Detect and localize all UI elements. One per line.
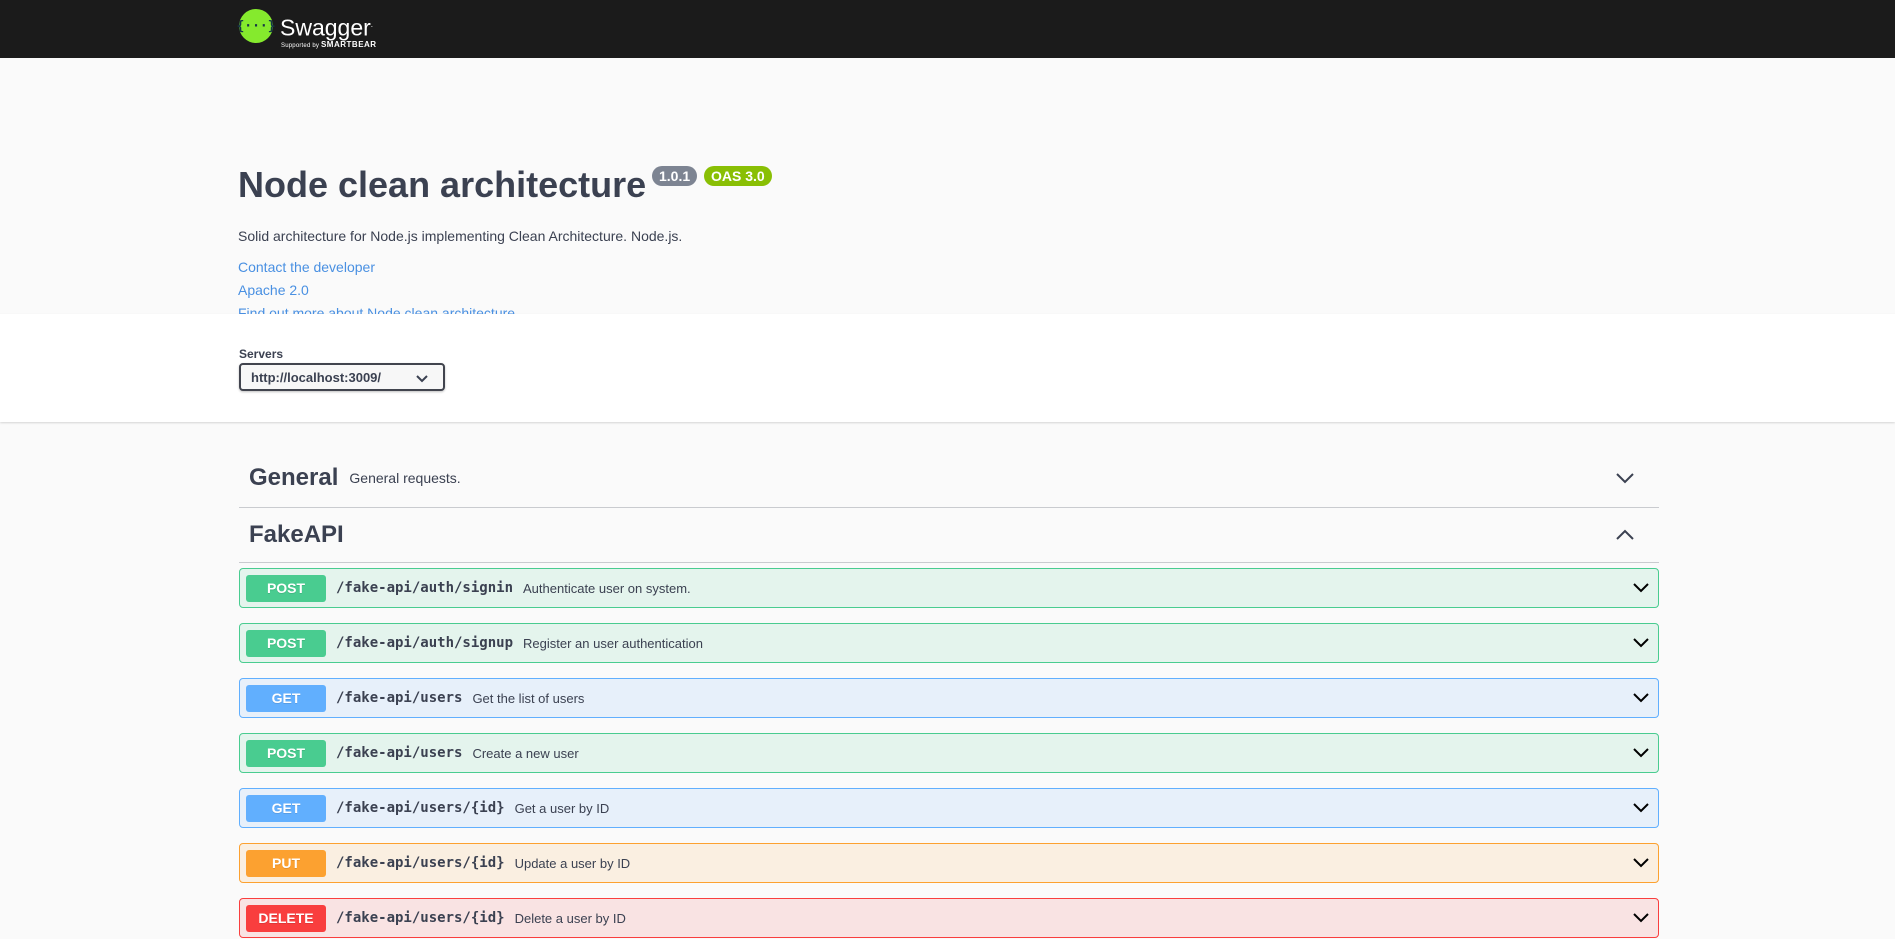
version-badge: 1.0.1 — [652, 166, 698, 186]
smartbear-label: SMARTBEAR — [320, 39, 377, 49]
operation-summary: Create a new user — [472, 745, 579, 761]
supported-by-label: Supported by — [281, 42, 320, 49]
license-link[interactable]: Apache 2.0 — [238, 282, 309, 298]
method-badge: DELETE — [246, 904, 326, 932]
operation-summary: Get the list of users — [472, 690, 585, 706]
logo-text: Swagger. Supported by SMARTBEAR — [280, 13, 376, 48]
swagger-logo[interactable]: {···} Swagger. Supported by SMARTBEAR — [236, 9, 376, 49]
method-badge: PUT — [246, 849, 326, 877]
chevron-down-icon[interactable] — [1632, 636, 1650, 650]
operation-path: /fake-api/users/{id} — [336, 910, 505, 926]
tag-general-description: General requests. — [349, 470, 461, 486]
operation-get-user-by-id[interactable]: GET /fake-api/users/{id} Get a user by I… — [239, 788, 1659, 828]
operation-summary: Get a user by ID — [514, 800, 610, 816]
top-bar: {···} Swagger. Supported by SMARTBEAR — [0, 0, 1895, 58]
swagger-logo-icon: {···} — [236, 9, 276, 43]
operation-path: /fake-api/users — [336, 745, 463, 761]
tag-general[interactable]: General General requests. — [239, 449, 1659, 508]
operation-path: /fake-api/users/{id} — [336, 855, 505, 871]
oas-badge: OAS 3.0 — [704, 166, 772, 186]
operation-summary: Delete a user by ID — [514, 910, 626, 926]
operation-path: /fake-api/users — [336, 690, 463, 706]
chevron-down-icon — [416, 375, 428, 383]
servers-label: Servers — [239, 347, 284, 361]
brand-tm: . — [370, 19, 374, 29]
chevron-down-icon[interactable] — [1632, 581, 1650, 595]
operation-delete-user-by-id[interactable]: DELETE /fake-api/users/{id} Delete a use… — [239, 898, 1659, 938]
operation-post-users[interactable]: POST /fake-api/users Create a new user — [239, 733, 1659, 773]
operation-post-signin[interactable]: POST /fake-api/auth/signin Authenticate … — [239, 568, 1659, 608]
servers-section: Servers http://localhost:3009/ — [0, 314, 1895, 422]
servers-selected-value: http://localhost:3009/ — [251, 369, 382, 385]
tag-fakeapi-name: FakeAPI — [249, 521, 344, 548]
api-description: Solid architecture for Node.js implement… — [238, 228, 683, 244]
chevron-down-icon[interactable] — [1632, 746, 1650, 760]
operation-summary: Authenticate user on system. — [523, 580, 691, 596]
page-title: Node clean architecture — [238, 164, 647, 205]
contact-developer-link[interactable]: Contact the developer — [238, 259, 375, 275]
operation-path: /fake-api/users/{id} — [336, 800, 505, 816]
operation-post-signup[interactable]: POST /fake-api/auth/signup Register an u… — [239, 623, 1659, 663]
chevron-down-icon[interactable] — [1632, 691, 1650, 705]
chevron-down-icon[interactable] — [1632, 856, 1650, 870]
method-badge: GET — [246, 794, 326, 822]
method-badge: POST — [246, 739, 326, 767]
tag-fakeapi[interactable]: FakeAPI — [239, 508, 1659, 563]
servers-select[interactable]: http://localhost:3009/ — [239, 363, 445, 391]
operation-summary: Update a user by ID — [514, 855, 631, 871]
logo-glyph: {···} — [236, 18, 276, 34]
operation-put-user-by-id[interactable]: PUT /fake-api/users/{id} Update a user b… — [239, 843, 1659, 883]
brand-label: Swagger — [280, 14, 371, 41]
chevron-up-icon[interactable] — [1615, 527, 1635, 543]
info-section: Node clean architecture 1.0.1 OAS 3.0 So… — [0, 58, 1895, 321]
operation-get-users[interactable]: GET /fake-api/users Get the list of user… — [239, 678, 1659, 718]
method-badge: GET — [246, 684, 326, 712]
chevron-down-icon[interactable] — [1615, 470, 1635, 486]
brand-name: Swagger. — [280, 13, 374, 41]
chevron-down-icon[interactable] — [1632, 801, 1650, 815]
supported-by: Supported by SMARTBEAR — [281, 40, 377, 49]
tag-general-name: General — [249, 464, 339, 491]
method-badge: POST — [246, 629, 326, 657]
method-badge: POST — [246, 574, 326, 602]
chevron-down-icon[interactable] — [1632, 911, 1650, 925]
operation-summary: Register an user authentication — [523, 635, 703, 651]
operation-path: /fake-api/auth/signup — [336, 635, 514, 651]
operation-path: /fake-api/auth/signin — [336, 580, 514, 596]
